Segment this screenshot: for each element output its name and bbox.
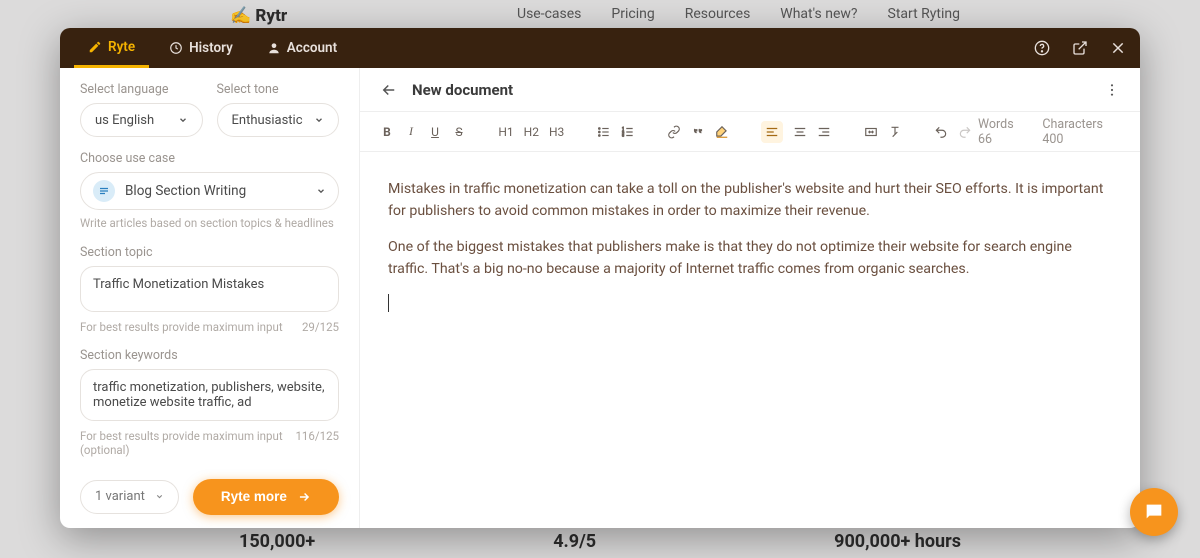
h3-button[interactable]: H3 (549, 121, 564, 143)
align-right-button[interactable] (817, 121, 831, 143)
keywords-hint: For best results provide maximum input (… (80, 429, 295, 457)
clock-icon (169, 41, 183, 55)
bullet-list-button[interactable] (597, 121, 611, 143)
ordered-list-button[interactable]: 123 (621, 121, 635, 143)
ryte-more-button[interactable]: Ryte more (193, 479, 339, 515)
topic-hint: For best results provide maximum input (80, 320, 283, 334)
link-button[interactable] (667, 121, 681, 143)
usecase-label: Choose use case (80, 151, 339, 166)
quote-button[interactable] (691, 121, 705, 143)
keywords-input[interactable] (80, 369, 339, 421)
topic-counter: 29/125 (302, 320, 339, 334)
keywords-counter: 116/125 (295, 429, 339, 457)
clear-format-button[interactable] (888, 121, 902, 143)
keywords-label: Section keywords (80, 348, 339, 363)
tab-ryte[interactable]: Ryte (74, 28, 149, 68)
topic-label: Section topic (80, 245, 339, 260)
h1-button[interactable]: H1 (498, 121, 513, 143)
pen-icon (88, 40, 102, 54)
help-icon[interactable] (1034, 40, 1050, 56)
tab-history[interactable]: History (155, 28, 247, 68)
align-left-button[interactable] (761, 121, 783, 143)
bg-stats: 150,000+4.9/5900,000+ hours (0, 531, 1200, 552)
usecase-icon (93, 180, 115, 202)
topbar: Ryte History Account (60, 28, 1140, 68)
tone-label: Select tone (217, 82, 340, 97)
bold-button[interactable]: B (380, 121, 394, 143)
underline-button[interactable]: U (428, 121, 442, 143)
variant-select[interactable]: 1 variant (80, 480, 179, 514)
close-icon[interactable] (1110, 40, 1126, 56)
tab-account[interactable]: Account (253, 28, 351, 68)
align-center-button[interactable] (793, 121, 807, 143)
fullwidth-button[interactable] (864, 121, 878, 143)
lang-select[interactable]: us English (80, 103, 203, 137)
word-count: Words 66 (978, 117, 1026, 147)
svg-text:3: 3 (622, 133, 624, 137)
tone-select[interactable]: Enthusiastic (217, 103, 340, 137)
lang-label: Select language (80, 82, 203, 97)
external-link-icon[interactable] (1072, 40, 1088, 56)
editor-pane: New document B I U S H1 H2 H3 (360, 68, 1140, 528)
chevron-down-icon (155, 492, 164, 501)
highlight-button[interactable] (715, 121, 729, 143)
h2-button[interactable]: H2 (524, 121, 539, 143)
strike-button[interactable]: S (452, 121, 466, 143)
back-button[interactable] (380, 81, 398, 99)
text-cursor (388, 294, 389, 312)
chevron-down-icon (316, 186, 326, 196)
undo-button[interactable] (934, 121, 948, 143)
char-count: Characters 400 (1042, 117, 1120, 147)
paragraph[interactable]: One of the biggest mistakes that publish… (388, 236, 1112, 280)
redo-button[interactable] (958, 121, 972, 143)
doc-title[interactable]: New document (412, 81, 513, 99)
usecase-select[interactable]: Blog Section Writing (80, 172, 339, 210)
doc-menu-button[interactable] (1104, 82, 1120, 98)
chevron-down-icon (314, 115, 324, 125)
user-icon (267, 41, 281, 55)
usecase-hint: Write articles based on section topics &… (80, 216, 339, 231)
chevron-down-icon (178, 115, 188, 125)
topic-input[interactable] (80, 266, 339, 312)
sidebar: Select language us English Select tone E… (60, 68, 360, 528)
chat-fab[interactable] (1130, 488, 1178, 536)
app-modal: Ryte History Account (60, 28, 1140, 528)
editor-area[interactable]: Mistakes in traffic monetization can tak… (360, 152, 1140, 528)
bg-nav: Use-casesPricingResourcesWhat's new?Star… (517, 6, 960, 22)
toolbar: B I U S H1 H2 H3 123 (360, 112, 1140, 152)
italic-button[interactable]: I (404, 121, 418, 143)
bg-logo: ✍️ Rytr (230, 6, 287, 26)
paragraph[interactable]: Mistakes in traffic monetization can tak… (388, 178, 1112, 222)
